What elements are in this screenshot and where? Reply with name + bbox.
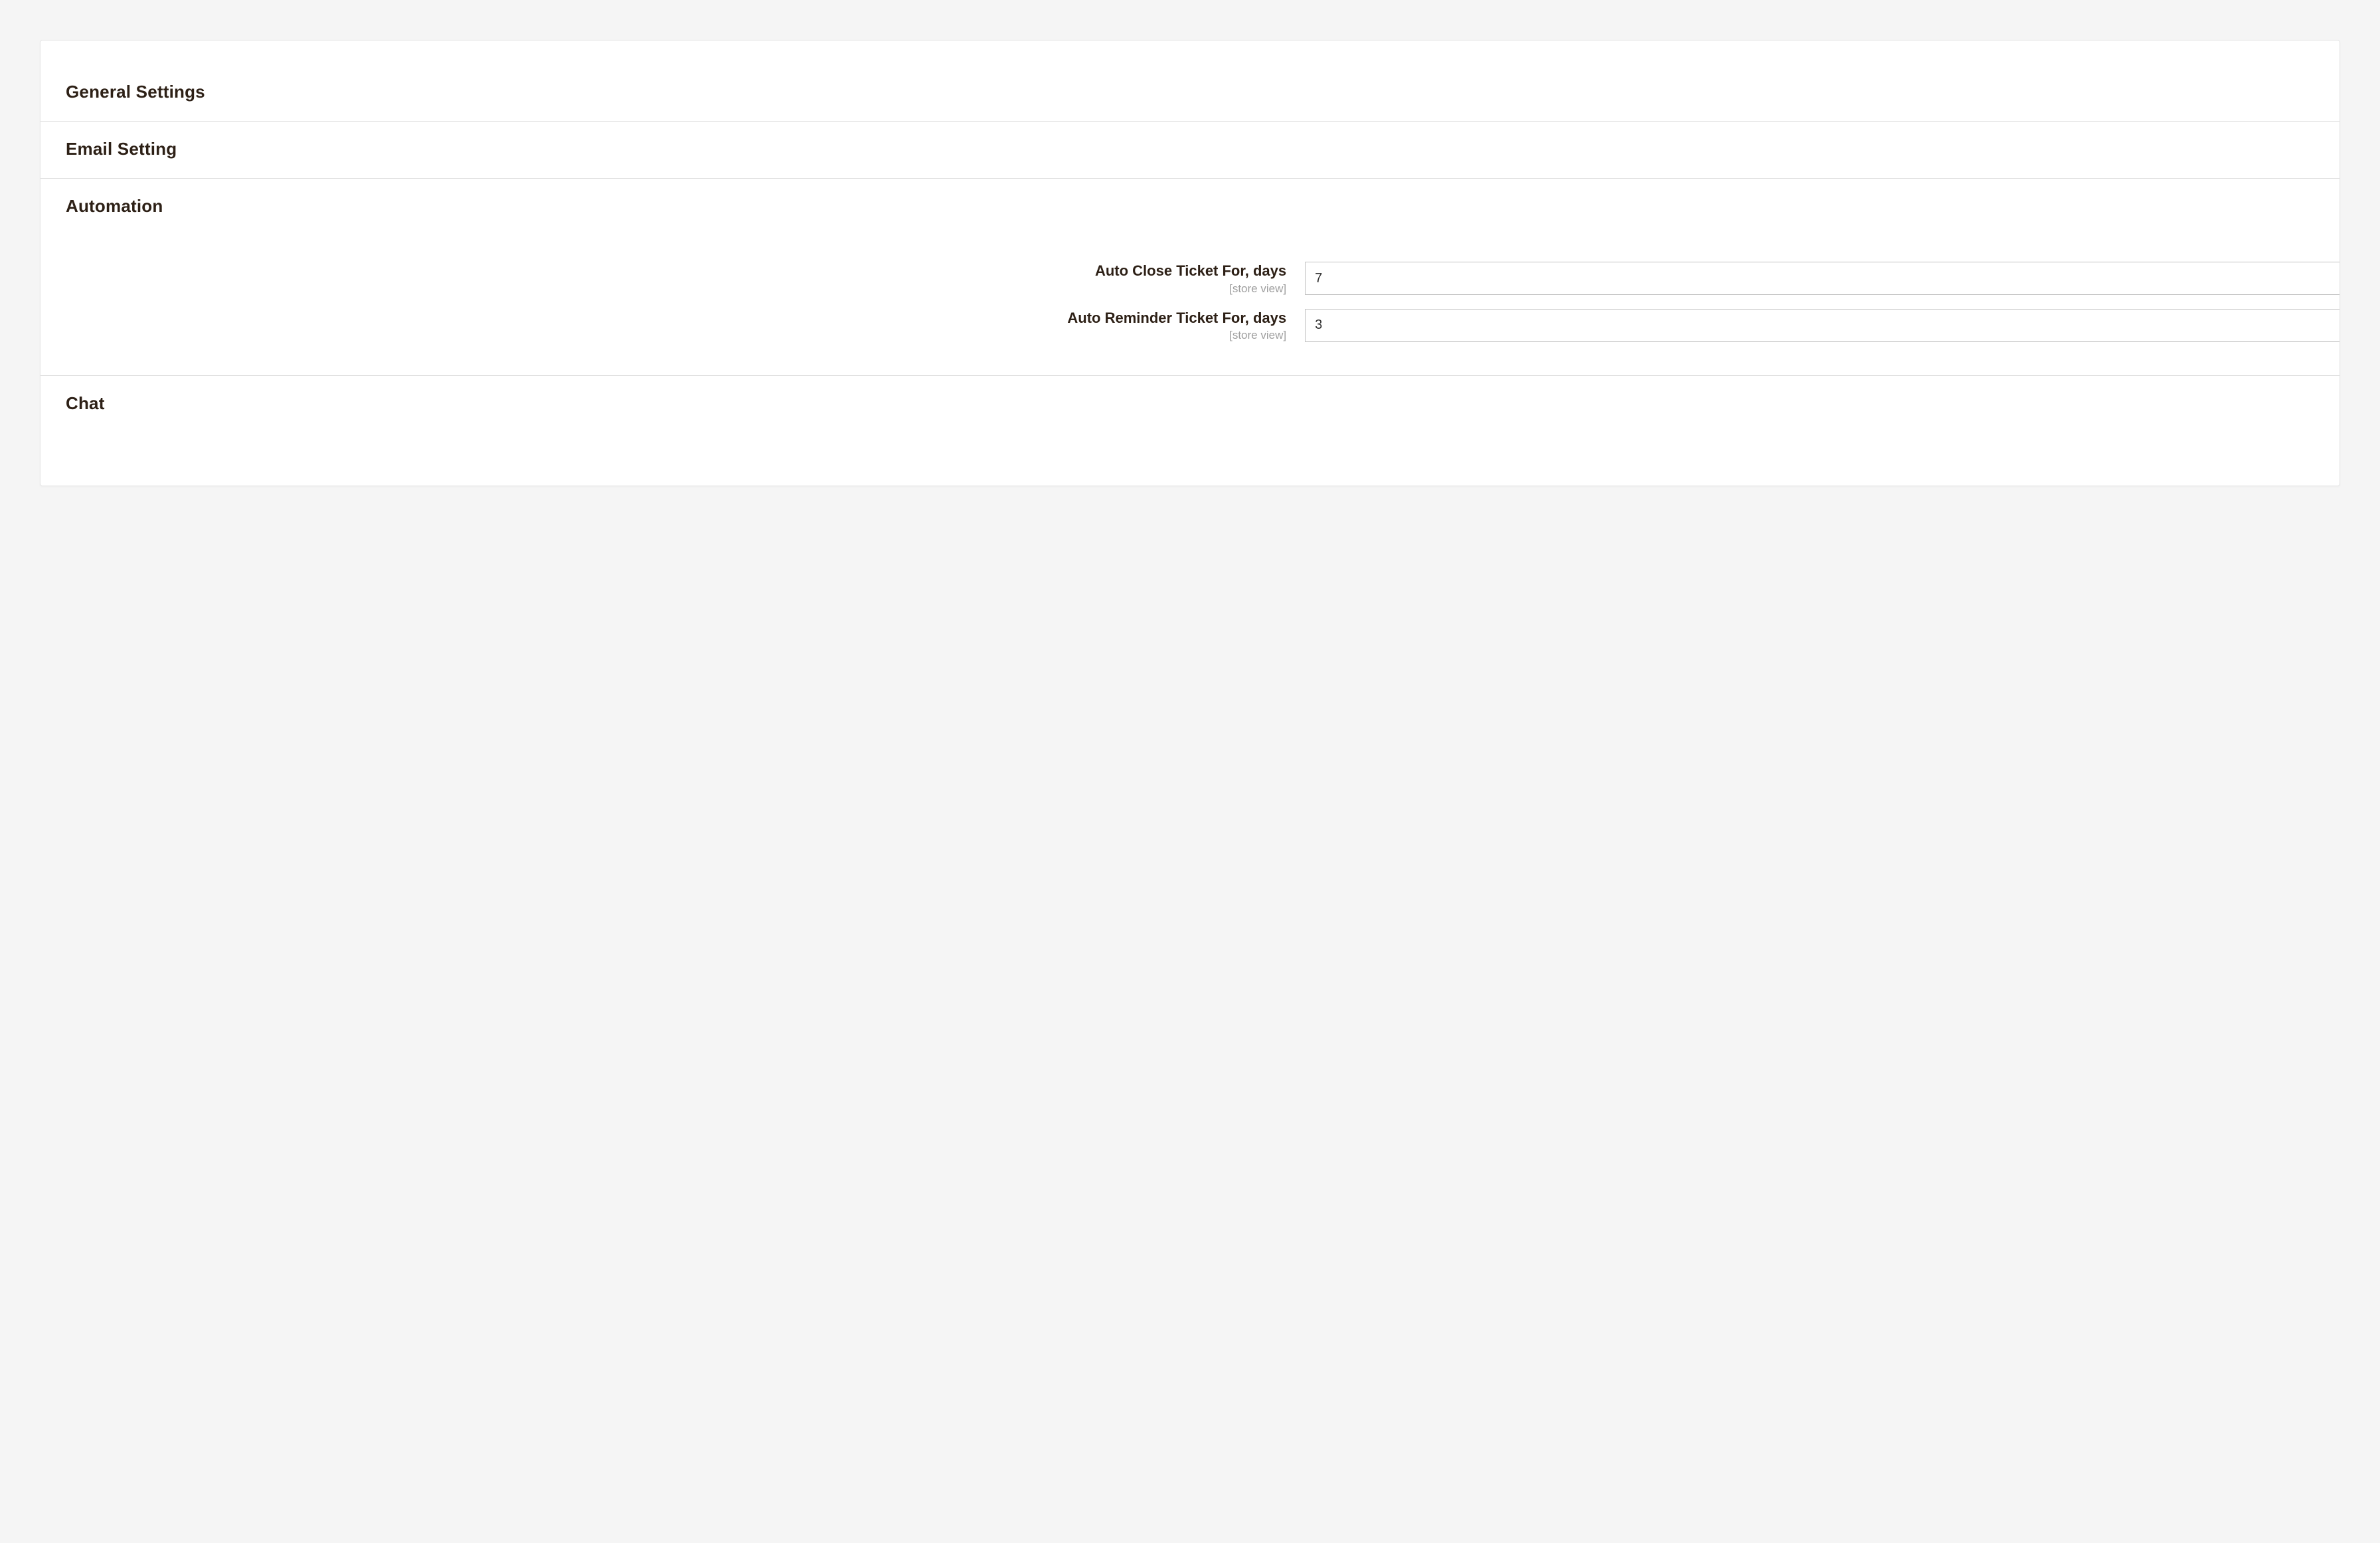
- auto-close-label: Auto Close Ticket For, days: [41, 262, 1286, 281]
- auto-reminder-label: Auto Reminder Ticket For, days: [41, 309, 1286, 328]
- auto-close-scope: [store view]: [41, 282, 1286, 296]
- section-header-general[interactable]: General Settings: [41, 60, 2339, 121]
- auto-reminder-label-wrap: Auto Reminder Ticket For, days [store vi…: [41, 309, 1305, 343]
- auto-reminder-scope: [store view]: [41, 329, 1286, 342]
- form-row-auto-reminder: Auto Reminder Ticket For, days [store vi…: [41, 302, 2339, 349]
- section-body-automation: Auto Close Ticket For, days [store view]…: [41, 235, 2339, 376]
- panel-bottom-spacer: [41, 432, 2339, 486]
- form-row-auto-close: Auto Close Ticket For, days [store view]: [41, 255, 2339, 302]
- page-stage: General Settings Email Setting Automatio…: [0, 0, 2380, 1543]
- section-header-automation[interactable]: Automation: [41, 178, 2339, 235]
- auto-close-label-wrap: Auto Close Ticket For, days [store view]: [41, 262, 1305, 296]
- auto-close-control-wrap: [1305, 262, 2339, 295]
- auto-close-input[interactable]: [1305, 262, 2339, 295]
- auto-reminder-input[interactable]: [1305, 309, 2339, 342]
- section-header-email[interactable]: Email Setting: [41, 121, 2339, 178]
- section-header-chat[interactable]: Chat: [41, 376, 2339, 432]
- settings-panel: General Settings Email Setting Automatio…: [40, 40, 2340, 486]
- auto-reminder-control-wrap: [1305, 309, 2339, 342]
